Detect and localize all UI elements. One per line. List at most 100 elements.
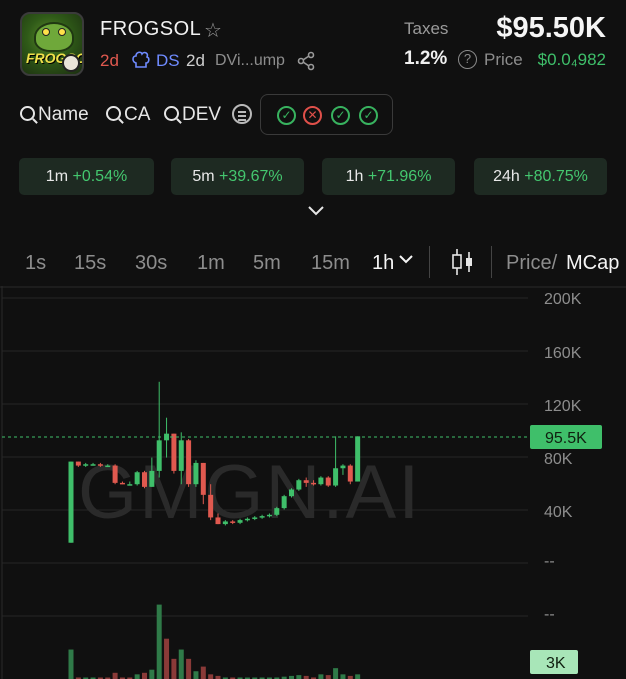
candle-body xyxy=(259,516,265,518)
check-ok-icon: ✓ xyxy=(331,106,350,125)
check-fail-icon: ✕ xyxy=(303,106,322,125)
candle-body xyxy=(119,482,125,485)
candle-body xyxy=(75,461,81,466)
volume-bar xyxy=(208,674,214,679)
candle-body xyxy=(333,468,339,486)
tf-5m[interactable]: 5m xyxy=(253,252,281,275)
search-icon xyxy=(164,106,179,121)
change-period: 1h xyxy=(345,168,364,185)
search-dev-button[interactable]: DEV xyxy=(164,104,221,126)
check-ok-icon: ✓ xyxy=(359,106,378,125)
tf-15m[interactable]: 15m xyxy=(311,252,350,275)
candlestick-icon[interactable] xyxy=(450,246,476,278)
list-icon[interactable] xyxy=(232,104,252,124)
volume-bar xyxy=(68,649,74,679)
volume-bar xyxy=(200,666,206,679)
volume-bar xyxy=(142,672,147,679)
change-value: +39.67% xyxy=(219,168,283,185)
candle-body xyxy=(134,472,140,485)
candle-body xyxy=(311,482,317,485)
pump-badge-icon xyxy=(62,54,80,72)
share-icon[interactable] xyxy=(296,51,316,71)
mcap-toggle[interactable]: MCap xyxy=(566,252,619,275)
market-cap-value: $95.50K xyxy=(496,12,606,44)
volume-label: 3K xyxy=(546,655,566,672)
candle-body xyxy=(208,494,214,518)
candle-body xyxy=(318,477,324,485)
chevron-down-icon[interactable] xyxy=(307,205,325,217)
candle-body xyxy=(142,472,147,487)
token-logo[interactable]: FROGSOL xyxy=(20,12,84,76)
search-icon xyxy=(106,106,121,121)
check-ok-icon: ✓ xyxy=(277,106,296,125)
search-dev-label: DEV xyxy=(182,104,222,125)
y-axis-label: -- xyxy=(544,553,555,570)
dev-address[interactable]: DVi...ump xyxy=(215,52,285,70)
frog-eye xyxy=(42,28,50,36)
candle-body xyxy=(112,465,118,483)
volume-bar xyxy=(325,675,331,679)
candle-body xyxy=(355,436,361,482)
help-icon[interactable]: ? xyxy=(458,50,477,69)
candle-body xyxy=(347,465,353,482)
tf-1s[interactable]: 1s xyxy=(25,252,46,275)
search-name-button[interactable]: Name xyxy=(20,104,89,126)
taxes-label: Taxes xyxy=(404,19,449,38)
candle-body xyxy=(178,440,184,471)
change-1h[interactable]: 1h +71.96% xyxy=(322,158,455,195)
y-axis-label: 160K xyxy=(544,345,582,362)
candle-body xyxy=(289,489,294,497)
frog-eye xyxy=(58,28,66,36)
change-period: 5m xyxy=(192,168,215,185)
price-value: $0.0₄982 xyxy=(537,50,606,69)
candle-body xyxy=(303,480,309,483)
y-axis-label: 120K xyxy=(544,398,582,415)
candle-body xyxy=(156,440,162,471)
volume-bar xyxy=(171,658,177,679)
volume-bar xyxy=(149,669,155,679)
change-1m[interactable]: 1m +0.54% xyxy=(19,158,154,195)
dexscreener-label[interactable]: DS xyxy=(156,51,180,71)
candle-body xyxy=(83,464,89,466)
price-toggle[interactable]: Price/ xyxy=(506,252,557,275)
volume-bar xyxy=(164,638,170,679)
volume-bar xyxy=(333,668,339,679)
candle-body xyxy=(105,465,111,468)
volume-bar xyxy=(340,674,346,679)
candle-body xyxy=(200,462,206,495)
candle-body xyxy=(281,496,287,509)
tf-15s[interactable]: 15s xyxy=(74,252,106,275)
price-change-row: 1m +0.54% 5m +39.67% 1h +71.96% 24h +80.… xyxy=(0,158,626,196)
candle-body xyxy=(193,462,199,485)
frog-face xyxy=(34,22,74,52)
candle-body xyxy=(215,517,221,525)
volume-bar xyxy=(134,674,140,679)
candle-body xyxy=(90,464,96,466)
token-name: FROGSOL xyxy=(100,18,202,40)
search-ca-button[interactable]: CA xyxy=(106,104,150,126)
y-axis-label: 40K xyxy=(544,504,573,521)
search-icon xyxy=(20,106,35,121)
candle-body xyxy=(296,480,302,490)
tf-30s[interactable]: 30s xyxy=(135,252,167,275)
token-age: 2d xyxy=(100,51,119,70)
candle-body xyxy=(244,518,250,521)
volume-bar xyxy=(112,672,118,679)
tf-1m[interactable]: 1m xyxy=(197,252,225,275)
candle-body xyxy=(340,465,346,469)
candle-body xyxy=(222,521,228,525)
change-5m[interactable]: 5m +39.67% xyxy=(171,158,304,195)
candlestick-chart[interactable]: GMGN.AI 200K 160K 120K 80K 40K -- -- 95.5K 3K xyxy=(0,286,626,679)
tf-1h[interactable]: 1h xyxy=(372,252,394,275)
search-name-label: Name xyxy=(38,104,89,125)
star-icon[interactable]: ☆ xyxy=(204,18,222,43)
chevron-down-icon[interactable] xyxy=(398,254,414,264)
candle-body xyxy=(237,520,243,523)
price-label: Price xyxy=(484,50,523,69)
ds-age: 2d xyxy=(186,51,205,70)
candle-body xyxy=(127,484,133,486)
volume-bar xyxy=(296,675,302,679)
change-24h[interactable]: 24h +80.75% xyxy=(474,158,607,195)
audit-checks[interactable]: ✓ ✕ ✓ ✓ xyxy=(260,94,393,135)
candle-body xyxy=(274,508,280,515)
